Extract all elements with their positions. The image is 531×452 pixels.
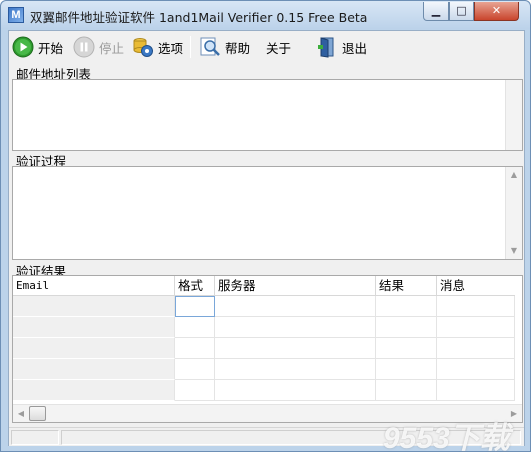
table-cell-selected[interactable] (175, 296, 215, 317)
process-log-textbox[interactable]: ▲ ▼ (12, 166, 523, 260)
table-cell[interactable] (376, 380, 437, 401)
about-label: 关于 (266, 40, 292, 56)
table-cell[interactable] (437, 380, 515, 401)
close-button[interactable]: ✕ (474, 2, 519, 21)
table-cell[interactable] (13, 317, 175, 338)
table-cell[interactable] (13, 359, 175, 380)
table-row[interactable] (13, 296, 515, 317)
minimize-button[interactable]: ▁ (423, 2, 449, 21)
results-grid[interactable]: Email 格式 服务器 结果 消息 ◀ ▶ (12, 275, 523, 423)
table-cell[interactable] (175, 380, 215, 401)
table-cell[interactable] (437, 296, 515, 317)
table-cell[interactable] (175, 317, 215, 338)
column-header-message[interactable]: 消息 (437, 276, 515, 296)
title-bar[interactable]: M 双翼邮件地址验证软件 1and1Mail Verifier 0.15 Fre… (1, 1, 530, 29)
help-button[interactable]: 帮助 (199, 34, 250, 60)
app-icon: M (8, 7, 24, 23)
stop-button[interactable]: 停止 (73, 34, 124, 60)
column-header-server[interactable]: 服务器 (215, 276, 376, 296)
stop-label: 停止 (99, 40, 125, 56)
table-cell[interactable] (215, 296, 376, 317)
table-cell[interactable] (215, 380, 376, 401)
options-button[interactable]: 选项 (132, 34, 183, 60)
scrollbar-thumb[interactable] (29, 406, 46, 421)
table-cell[interactable] (437, 317, 515, 338)
table-cell[interactable] (376, 317, 437, 338)
scroll-down-arrow-icon[interactable]: ▼ (506, 243, 522, 259)
toolbar: 开始 停止 选项 帮助 关于 退出 (9, 31, 524, 63)
app-window: M 双翼邮件地址验证软件 1and1Mail Verifier 0.15 Fre… (0, 0, 531, 452)
table-cell[interactable] (437, 338, 515, 359)
table-cell[interactable] (215, 359, 376, 380)
start-button[interactable]: 开始 (12, 34, 63, 60)
help-label: 帮助 (225, 40, 251, 56)
play-icon (12, 36, 34, 58)
maximize-button[interactable]: □ (449, 2, 474, 21)
table-cell[interactable] (175, 338, 215, 359)
table-row[interactable] (13, 338, 515, 359)
table-cell[interactable] (376, 359, 437, 380)
client-area: 开始 停止 选项 帮助 关于 退出 邮件地址列表 验证过程 ▲ ▼ 验证结果 E… (8, 30, 525, 446)
process-log-scrollbar[interactable]: ▲ ▼ (505, 167, 522, 259)
window-title: 双翼邮件地址验证软件 1and1Mail Verifier 0.15 Free … (30, 10, 368, 25)
toolbar-separator (190, 36, 191, 58)
table-cell[interactable] (13, 296, 175, 317)
help-magnifier-icon (199, 36, 221, 58)
exit-door-icon (316, 36, 338, 58)
options-label: 选项 (158, 40, 184, 56)
options-gear-icon (132, 36, 154, 58)
table-row[interactable] (13, 317, 515, 338)
table-cell[interactable] (175, 359, 215, 380)
results-grid-header: Email 格式 服务器 结果 消息 (13, 276, 515, 296)
table-row[interactable] (13, 380, 515, 401)
start-label: 开始 (38, 40, 64, 56)
table-cell[interactable] (13, 338, 175, 359)
status-panel (11, 430, 59, 445)
table-cell[interactable] (376, 296, 437, 317)
scroll-up-arrow-icon[interactable]: ▲ (506, 167, 522, 183)
column-header-email[interactable]: Email (13, 276, 175, 296)
scroll-left-arrow-icon[interactable]: ◀ (13, 406, 29, 422)
pause-icon (73, 36, 95, 58)
table-cell[interactable] (376, 338, 437, 359)
watermark-logo: 9553下载 (383, 422, 510, 452)
email-list-scrollbar[interactable] (505, 80, 522, 150)
exit-button[interactable]: 退出 (316, 34, 367, 60)
table-cell[interactable] (437, 359, 515, 380)
table-row[interactable] (13, 359, 515, 380)
exit-label: 退出 (342, 40, 368, 56)
table-cell[interactable] (13, 380, 175, 401)
table-cell[interactable] (215, 317, 376, 338)
column-header-format[interactable]: 格式 (175, 276, 215, 296)
about-button[interactable]: 关于 (266, 34, 291, 60)
email-list-textbox[interactable] (12, 79, 523, 151)
table-cell[interactable] (215, 338, 376, 359)
column-header-result[interactable]: 结果 (376, 276, 437, 296)
